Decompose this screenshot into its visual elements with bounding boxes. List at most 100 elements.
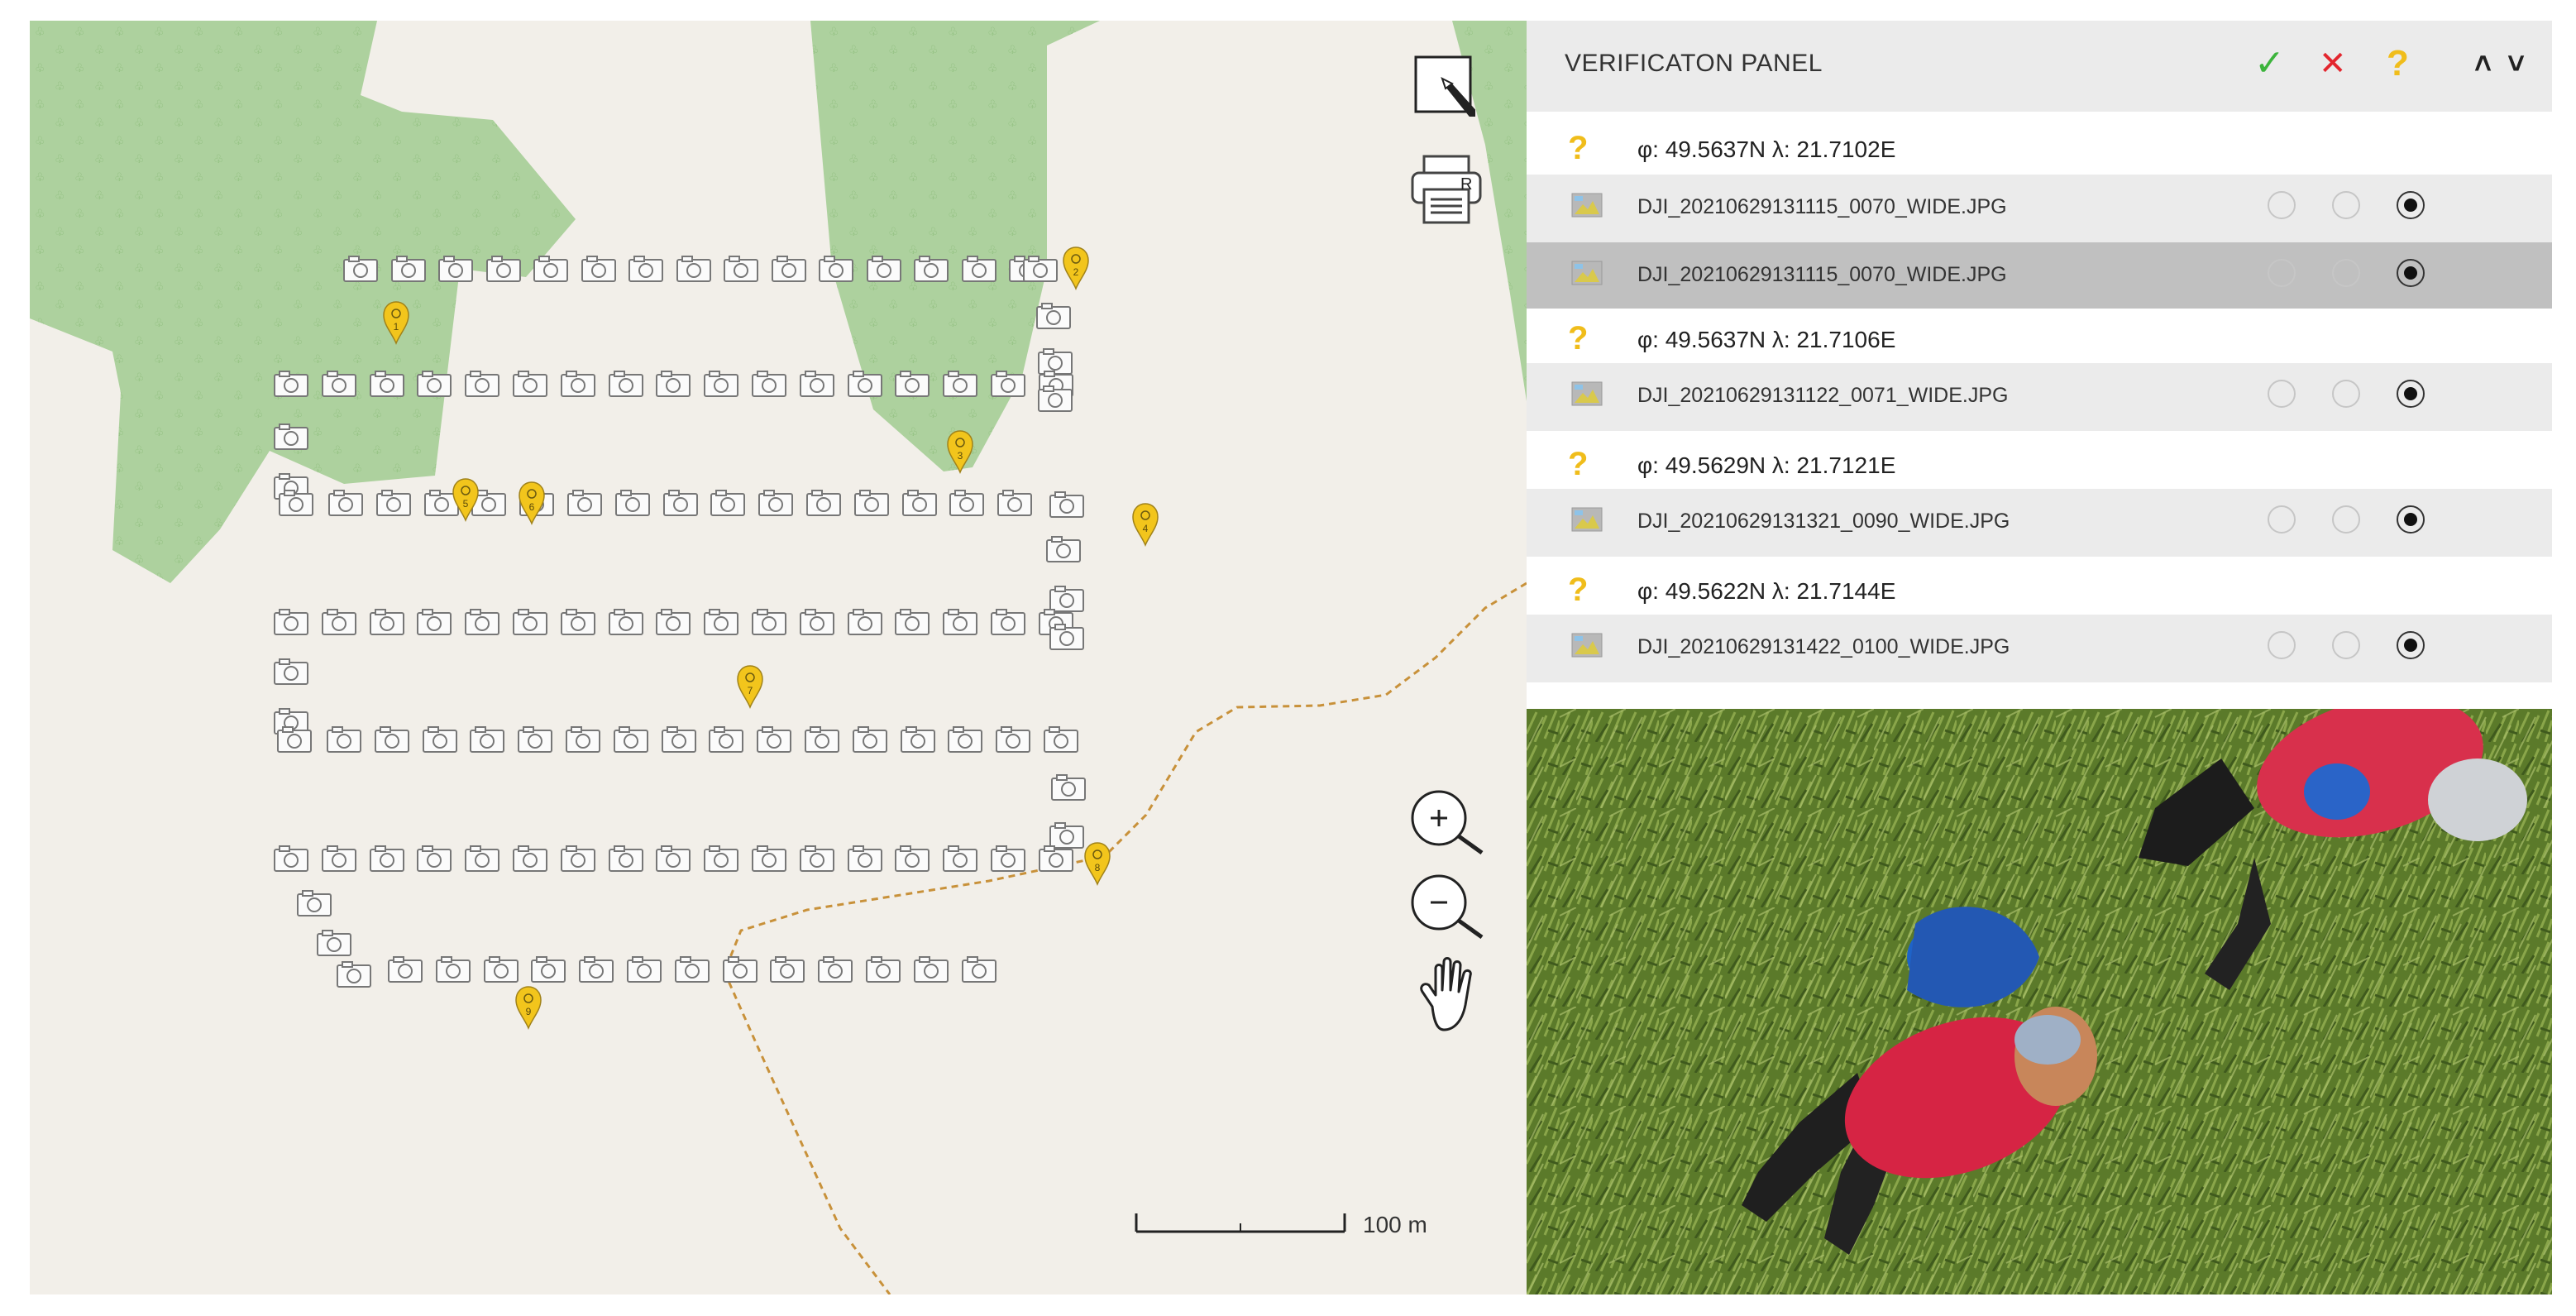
camera-icon[interactable] (512, 845, 548, 873)
camera-icon[interactable] (995, 725, 1031, 754)
camera-icon[interactable] (758, 489, 794, 517)
camera-icon[interactable] (327, 489, 364, 517)
camera-icon[interactable] (751, 608, 787, 636)
map-pin-icon[interactable]: 2 (1062, 246, 1090, 290)
camera-icon[interactable] (1035, 302, 1072, 330)
camera-icon[interactable] (321, 608, 357, 636)
camera-icon[interactable] (847, 608, 883, 636)
camera-icon[interactable] (608, 370, 644, 398)
camera-icon[interactable] (805, 489, 842, 517)
camera-icon[interactable] (990, 608, 1026, 636)
camera-icon[interactable] (464, 370, 500, 398)
camera-icon[interactable] (374, 725, 410, 754)
image-row[interactable]: DJI_20210629131115_0070_WIDE.JPG (1527, 242, 2552, 310)
camera-icon[interactable] (901, 489, 938, 517)
reject-radio[interactable] (2332, 380, 2360, 408)
camera-icon[interactable] (273, 423, 309, 451)
camera-icon[interactable] (273, 845, 309, 873)
camera-icon[interactable] (613, 725, 649, 754)
image-row[interactable]: DJI_20210629131115_0070_WIDE.JPG (1527, 175, 2552, 242)
camera-icon[interactable] (703, 608, 739, 636)
camera-icon[interactable] (578, 955, 614, 983)
camera-icon[interactable] (437, 255, 474, 283)
camera-icon[interactable] (799, 845, 835, 873)
camera-icon[interactable] (512, 608, 548, 636)
camera-icon[interactable] (387, 955, 423, 983)
accept-radio[interactable] (2268, 505, 2296, 534)
map-pin-icon[interactable]: 5 (452, 477, 480, 522)
camera-icon[interactable] (273, 370, 309, 398)
camera-icon[interactable] (512, 370, 548, 398)
image-row[interactable]: DJI_20210629131321_0090_WIDE.JPG (1527, 489, 2552, 557)
camera-icon[interactable] (469, 725, 505, 754)
camera-icon[interactable] (703, 370, 739, 398)
camera-icon[interactable] (375, 489, 412, 517)
camera-icon[interactable] (942, 845, 978, 873)
camera-icon[interactable] (655, 608, 691, 636)
print-button[interactable]: R (1409, 151, 1484, 230)
camera-icon[interactable] (990, 845, 1026, 873)
camera-icon[interactable] (369, 845, 405, 873)
camera-icon[interactable] (581, 255, 617, 283)
accept-radio[interactable] (2268, 259, 2296, 287)
camera-icon[interactable] (416, 370, 452, 398)
reject-radio[interactable] (2332, 259, 2360, 287)
unknown-all-button[interactable]: ? (2387, 39, 2409, 89)
camera-icon[interactable] (710, 489, 746, 517)
reject-radio[interactable] (2332, 631, 2360, 659)
camera-icon[interactable] (852, 725, 888, 754)
reject-radio[interactable] (2332, 505, 2360, 534)
camera-icon[interactable] (316, 929, 352, 957)
camera-icon[interactable] (435, 955, 471, 983)
zoom-out-button[interactable] (1409, 873, 1485, 943)
camera-icon[interactable] (674, 955, 710, 983)
camera-icon[interactable] (483, 955, 519, 983)
camera-icon[interactable] (894, 845, 930, 873)
collapse-up-button[interactable]: ˄ (2474, 39, 2492, 89)
camera-icon[interactable] (756, 725, 792, 754)
map-pin-icon[interactable]: 4 (1131, 502, 1159, 547)
camera-icon[interactable] (771, 255, 807, 283)
camera-icon[interactable] (422, 725, 458, 754)
camera-icon[interactable] (894, 370, 930, 398)
camera-icon[interactable] (416, 608, 452, 636)
map-pin-icon[interactable]: 8 (1083, 841, 1111, 886)
camera-icon[interactable] (626, 955, 662, 983)
reject-all-button[interactable]: ✕ (2319, 39, 2347, 89)
unknown-radio[interactable] (2397, 191, 2425, 219)
camera-icon[interactable] (799, 608, 835, 636)
camera-icon[interactable] (369, 370, 405, 398)
camera-icon[interactable] (723, 255, 759, 283)
camera-icon[interactable] (1049, 623, 1085, 651)
camera-icon[interactable] (321, 370, 357, 398)
camera-icon[interactable] (847, 845, 883, 873)
camera-icon[interactable] (661, 725, 697, 754)
camera-icon[interactable] (996, 489, 1033, 517)
camera-icon[interactable] (336, 960, 372, 988)
camera-icon[interactable] (1037, 385, 1073, 413)
accept-radio[interactable] (2268, 631, 2296, 659)
camera-icon[interactable] (817, 955, 853, 983)
map-pin-icon[interactable]: 3 (946, 429, 974, 474)
camera-icon[interactable] (326, 725, 362, 754)
camera-icon[interactable] (751, 370, 787, 398)
camera-icon[interactable] (853, 489, 890, 517)
map-view[interactable]: ♧ ♧ 1 2 3 4 5 6 7 8 9 R (30, 21, 1527, 1294)
camera-icon[interactable] (321, 845, 357, 873)
image-filename[interactable]: DJI_20210629131422_0100_WIDE.JPG (1637, 635, 2010, 659)
unknown-radio[interactable] (2397, 380, 2425, 408)
camera-icon[interactable] (416, 845, 452, 873)
camera-icon[interactable] (533, 255, 569, 283)
image-filename[interactable]: DJI_20210629131122_0071_WIDE.JPG (1637, 384, 2008, 408)
camera-icon[interactable] (961, 255, 997, 283)
collapse-down-button[interactable]: ˅ (2507, 39, 2525, 89)
camera-icon[interactable] (799, 370, 835, 398)
map-pin-icon[interactable]: 1 (382, 300, 410, 345)
draw-tool-button[interactable] (1412, 54, 1479, 121)
camera-icon[interactable] (628, 255, 664, 283)
image-row[interactable]: DJI_20210629131122_0071_WIDE.JPG (1527, 363, 2552, 431)
camera-icon[interactable] (296, 889, 332, 917)
camera-icon[interactable] (1049, 491, 1085, 519)
camera-icon[interactable] (913, 255, 949, 283)
map-pin-icon[interactable]: 7 (736, 664, 764, 709)
